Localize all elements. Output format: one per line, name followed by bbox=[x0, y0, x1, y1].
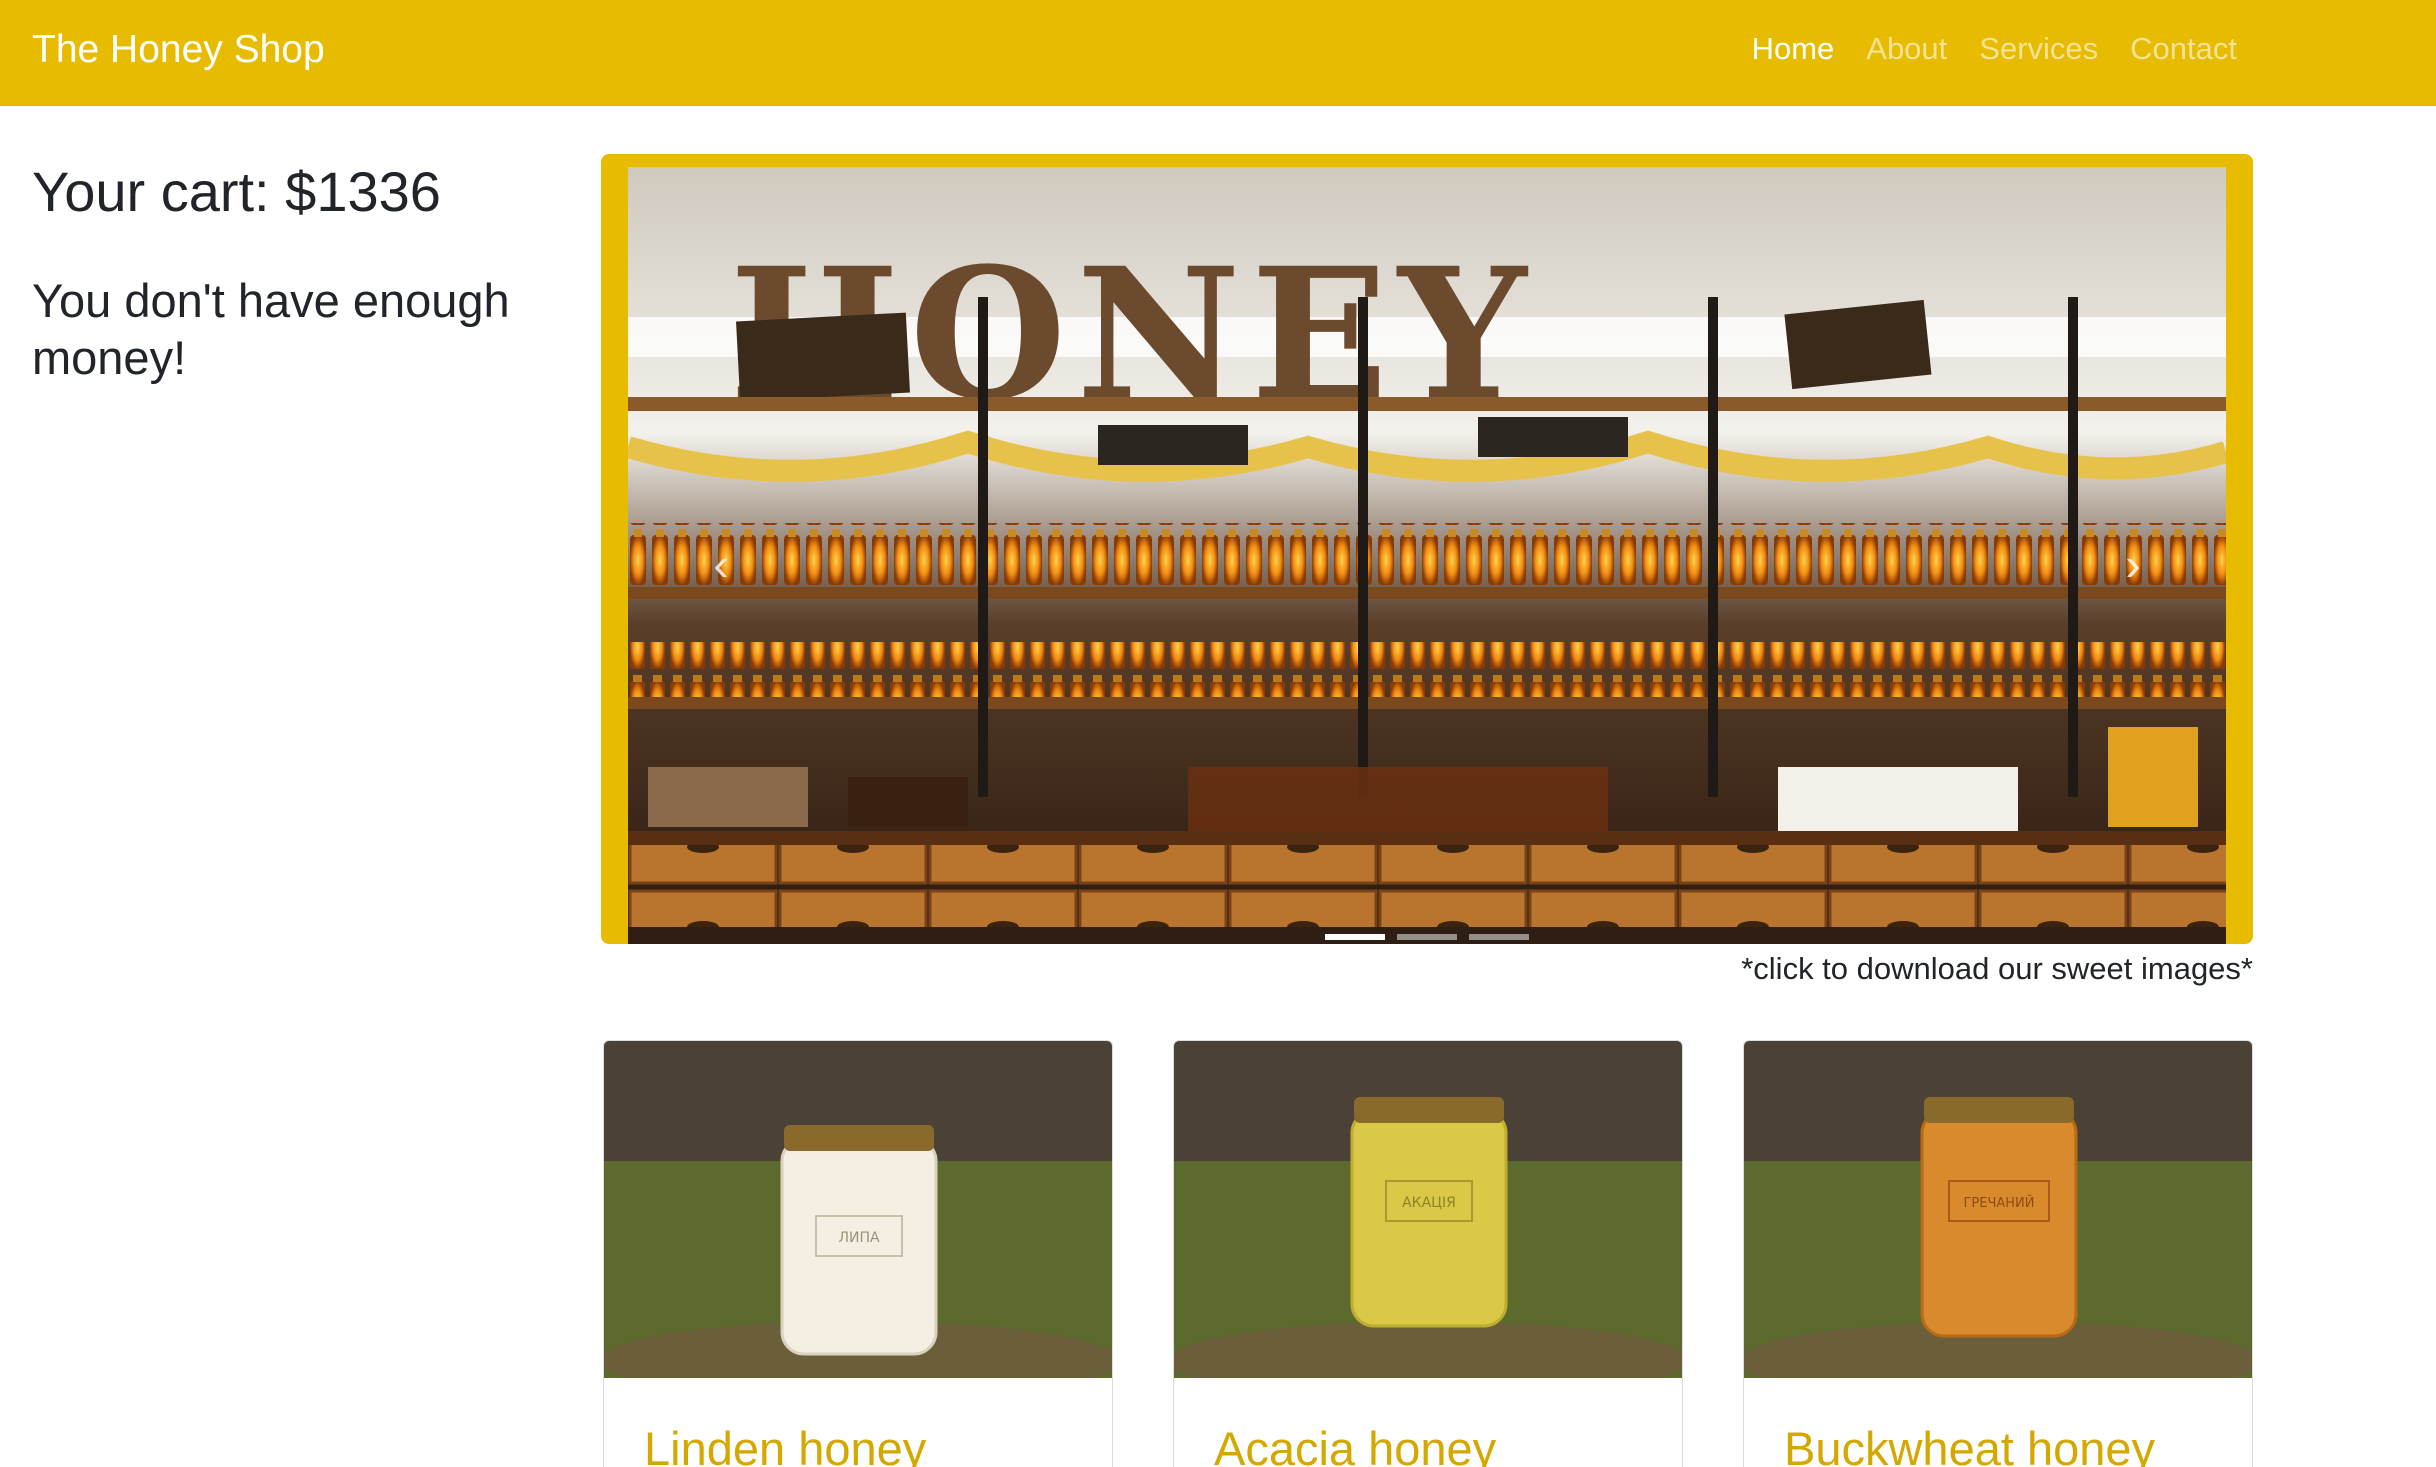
chevron-right-icon: › bbox=[2125, 538, 2141, 590]
nav-links: Home About Services Contact bbox=[1752, 30, 2237, 67]
nav-home[interactable]: Home bbox=[1752, 30, 1835, 67]
svg-text:ГРЕЧАНИЙ: ГРЕЧАНИЙ bbox=[1963, 1195, 2034, 1211]
carousel-caption: *click to download our sweet images* bbox=[1741, 951, 2253, 986]
product-card: ЛИПА Linden honey bbox=[603, 1040, 1113, 1467]
nav-services[interactable]: Services bbox=[1979, 30, 2098, 67]
product-card: ГРЕЧАНИЙ Buckwheat honey bbox=[1743, 1040, 2253, 1467]
chevron-left-icon: ‹ bbox=[713, 538, 729, 590]
product-title-link[interactable]: Linden honey bbox=[644, 1421, 926, 1467]
product-image: АКАЦІЯ bbox=[1174, 1041, 1682, 1378]
product-title-link[interactable]: Acacia honey bbox=[1214, 1421, 1496, 1467]
nav-contact[interactable]: Contact bbox=[2130, 30, 2237, 67]
product-title-link[interactable]: Buckwheat honey bbox=[1784, 1421, 2155, 1467]
cart-warning: You don't have enough money! bbox=[32, 274, 510, 385]
nav-about[interactable]: About bbox=[1866, 30, 1947, 67]
honey-shop-photo: HONEY bbox=[628, 167, 2226, 927]
navbar: The Honey Shop Home About Services Conta… bbox=[0, 0, 2436, 106]
brand-link[interactable]: The Honey Shop bbox=[32, 27, 325, 74]
carousel-indicator-3[interactable] bbox=[1469, 934, 1529, 940]
cart-total: Your cart: $1336 bbox=[32, 160, 441, 223]
carousel-slide-image[interactable]: HONEY bbox=[628, 167, 2226, 944]
carousel-prev-button[interactable]: ‹ bbox=[691, 534, 751, 594]
carousel-next-button[interactable]: › bbox=[2103, 534, 2163, 594]
image-carousel[interactable]: HONEY ‹ › bbox=[601, 154, 2253, 944]
carousel-indicator-1[interactable] bbox=[1325, 934, 1385, 940]
svg-text:АКАЦІЯ: АКАЦІЯ bbox=[1402, 1195, 1456, 1211]
product-card: АКАЦІЯ Acacia honey bbox=[1173, 1040, 1683, 1467]
svg-text:ЛИПА: ЛИПА bbox=[838, 1230, 880, 1246]
carousel-indicator-2[interactable] bbox=[1397, 934, 1457, 940]
product-image: ГРЕЧАНИЙ bbox=[1744, 1041, 2252, 1378]
carousel-indicators bbox=[601, 934, 2253, 940]
product-image: ЛИПА bbox=[604, 1041, 1112, 1378]
